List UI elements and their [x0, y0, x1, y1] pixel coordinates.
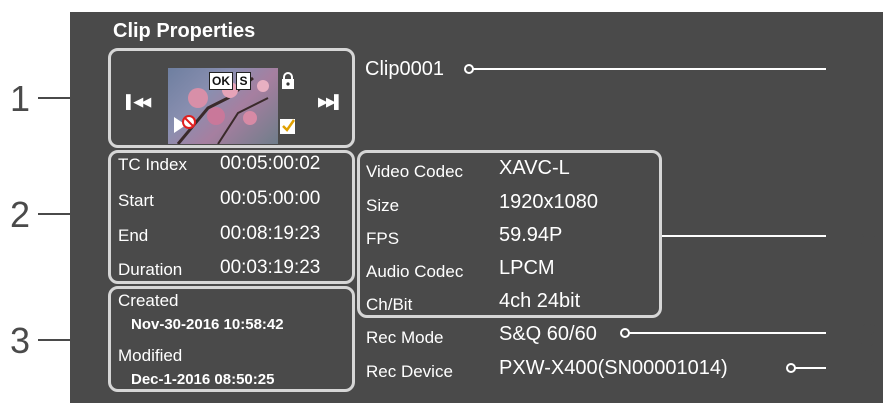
callout-lines [38, 64, 852, 373]
callout-4: 4 [857, 49, 878, 90]
callout-3: 3 [10, 320, 31, 361]
callout-2: 2 [10, 194, 31, 235]
callout-1: 1 [10, 78, 31, 119]
callout-7: 7 [857, 348, 878, 389]
callout-5: 5 [857, 216, 878, 257]
